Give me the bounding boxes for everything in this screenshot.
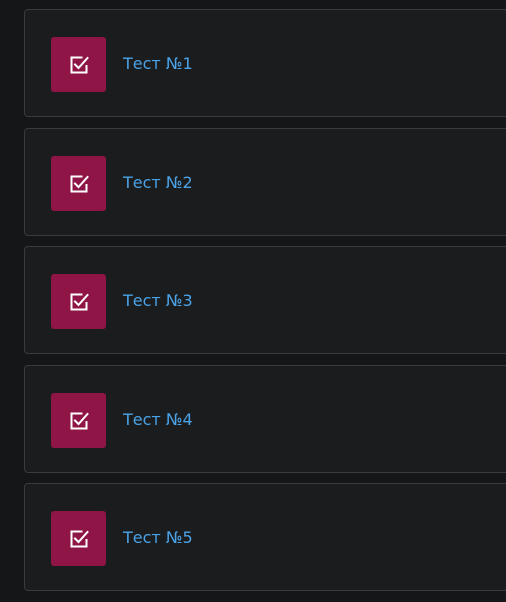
test-card-4[interactable]: Тест №4 — [24, 365, 506, 473]
checkbox-checked-icon — [51, 393, 106, 448]
test-card-2[interactable]: Тест №2 — [24, 128, 506, 236]
checkbox-checked-icon — [51, 511, 106, 566]
test-link-2[interactable]: Тест №2 — [123, 173, 193, 193]
test-link-1[interactable]: Тест №1 — [123, 54, 193, 74]
checkbox-checked-icon — [51, 156, 106, 211]
test-card-1[interactable]: Тест №1 — [24, 9, 506, 117]
test-link-4[interactable]: Тест №4 — [123, 410, 193, 430]
checkbox-checked-icon — [51, 274, 106, 329]
test-list: Тест №1 Тест №2 Тест №3 Тест №4 Тест №5 — [0, 0, 506, 602]
test-card-3[interactable]: Тест №3 — [24, 246, 506, 354]
test-link-5[interactable]: Тест №5 — [123, 528, 193, 548]
test-link-3[interactable]: Тест №3 — [123, 291, 193, 311]
checkbox-checked-icon — [51, 37, 106, 92]
test-card-5[interactable]: Тест №5 — [24, 483, 506, 591]
